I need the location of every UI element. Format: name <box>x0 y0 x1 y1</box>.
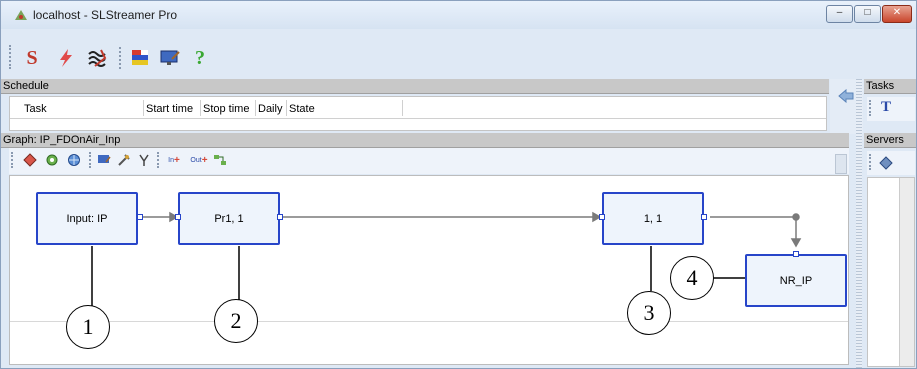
text-tool-button[interactable]: T <box>881 99 891 116</box>
output-port[interactable] <box>701 214 707 220</box>
column-divider <box>143 100 144 116</box>
app-window: localhost - SLStreamer Pro – □ ✕ S ? Sch… <box>0 0 917 369</box>
canvas-divider <box>10 321 848 322</box>
column-divider <box>200 100 201 116</box>
output-port[interactable] <box>277 214 283 220</box>
toolbar-grip[interactable] <box>869 100 874 116</box>
close-button[interactable]: ✕ <box>882 5 912 23</box>
node-input-ip[interactable]: Input: IP <box>36 192 138 245</box>
column-header-state[interactable]: State <box>289 103 315 115</box>
input-port[interactable] <box>793 251 799 257</box>
servers-list[interactable] <box>867 177 915 367</box>
graph-toolbar: In + Out + <box>9 148 849 174</box>
minimize-button[interactable]: – <box>826 5 853 23</box>
window-title: localhost - SLStreamer Pro <box>33 8 178 22</box>
callout-1: 1 <box>66 305 110 349</box>
node-label: Pr1, 1 <box>214 212 244 225</box>
tasks-panel-header: Tasks <box>864 79 916 94</box>
column-header-daily[interactable]: Daily <box>258 103 282 115</box>
column-header-task[interactable]: Task <box>24 103 47 115</box>
column-divider <box>286 100 287 116</box>
arrow-left-icon[interactable] <box>837 89 855 103</box>
right-panel: Tasks T Servers <box>864 79 916 368</box>
column-header-start-time[interactable]: Start time <box>146 103 193 115</box>
input-port[interactable] <box>175 214 181 220</box>
column-divider <box>255 100 256 116</box>
monitor-icon[interactable] <box>159 47 181 69</box>
toolbar-grip[interactable] <box>11 152 16 168</box>
toolbar-overflow[interactable] <box>835 154 847 174</box>
add-input-icon[interactable]: In + <box>165 153 183 167</box>
toolbar-separator <box>157 152 162 168</box>
maximize-button[interactable]: □ <box>854 5 881 23</box>
title-bar: localhost - SLStreamer Pro – □ ✕ <box>1 1 916 29</box>
callout-2: 2 <box>214 299 258 343</box>
s-logo-icon[interactable]: S <box>21 47 43 69</box>
header-separator <box>10 118 826 119</box>
plus-icon: + <box>201 154 208 166</box>
gear-icon[interactable] <box>45 153 59 167</box>
schedule-table: Task Start time Stop time Daily State <box>9 96 827 131</box>
servers-panel-header: Servers <box>864 133 916 148</box>
schedule-panel-header: Schedule <box>1 79 829 94</box>
wrench-icon[interactable] <box>117 153 131 167</box>
output-port[interactable] <box>137 214 143 220</box>
lightning-icon[interactable] <box>55 47 77 69</box>
add-node-icon[interactable] <box>23 153 37 167</box>
toolbar-separator <box>89 152 94 168</box>
servers-toolbar <box>867 151 915 175</box>
toolbar-separator <box>119 47 124 69</box>
maximize-icon: □ <box>864 7 871 18</box>
node-label: Input: IP <box>66 212 108 225</box>
add-output-icon[interactable]: Out + <box>189 153 209 167</box>
server-icon[interactable] <box>879 156 893 170</box>
layout-icon[interactable] <box>213 153 227 167</box>
node-label: NR_IP <box>779 274 813 287</box>
input-port[interactable] <box>599 214 605 220</box>
plus-icon: + <box>174 154 180 166</box>
toolbar-grip[interactable] <box>869 154 874 170</box>
minimize-icon: – <box>836 7 843 18</box>
app-icon <box>15 10 27 20</box>
column-header-stop-time[interactable]: Stop time <box>203 103 249 115</box>
waves-icon[interactable] <box>87 47 109 69</box>
node-nr-ip[interactable]: NR_IP <box>745 254 847 307</box>
vertical-scrollbar[interactable] <box>899 178 914 366</box>
node-1-1[interactable]: 1, 1 <box>602 192 704 245</box>
callout-4: 4 <box>670 256 714 300</box>
node-pr1[interactable]: Pr1, 1 <box>178 192 280 245</box>
vertical-splitter[interactable] <box>856 79 862 368</box>
connect-icon[interactable] <box>137 153 151 167</box>
graph-panel-header: Graph: IP_FDOnAir_Inp <box>1 133 849 148</box>
node-label: 1, 1 <box>643 212 663 225</box>
graph-canvas[interactable]: Input: IP Pr1, 1 1, 1 NR_IP 1 2 3 4 <box>9 175 849 365</box>
flag-icon[interactable] <box>129 47 151 69</box>
globe-icon[interactable] <box>67 153 81 167</box>
close-icon: ✕ <box>892 7 902 18</box>
callout-3: 3 <box>627 291 671 335</box>
main-toolbar: S ? <box>9 41 249 73</box>
monitor-icon[interactable] <box>97 153 111 167</box>
tasks-toolbar: T <box>867 97 915 121</box>
column-divider <box>402 100 403 116</box>
add-output-label: Out <box>190 156 202 164</box>
help-icon[interactable]: ? <box>189 47 211 69</box>
